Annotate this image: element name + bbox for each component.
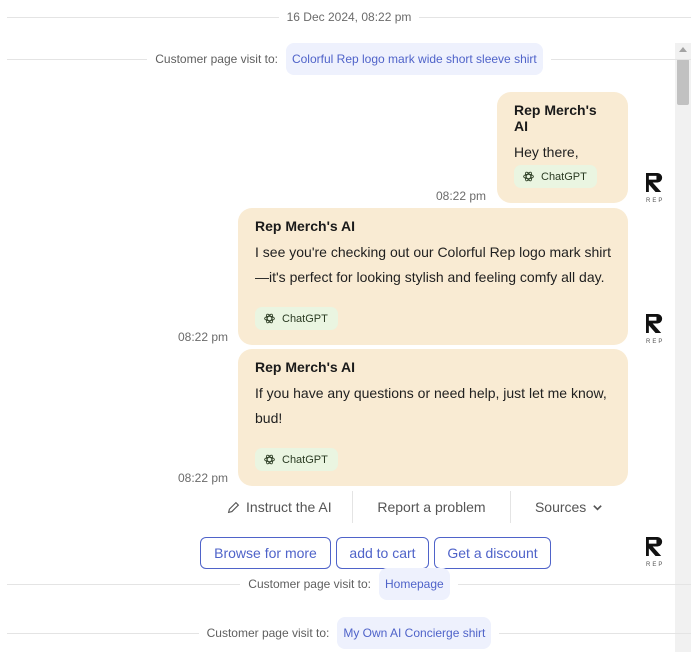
openai-icon	[523, 171, 534, 182]
message-text: If you have any questions or need help, …	[255, 385, 607, 426]
browse-more-button[interactable]: Browse for more	[200, 537, 331, 569]
ai-message-bubble: Rep Merch's AI If you have any questions…	[238, 349, 628, 486]
rep-logo-icon: REP	[646, 173, 668, 204]
message-time: 08:22 pm	[178, 330, 229, 344]
page-visit-row: Customer page visit to: Homepage	[7, 568, 691, 600]
message-sender: Rep Merch's AI	[514, 102, 597, 134]
scrollbar[interactable]	[675, 43, 691, 652]
openai-icon	[264, 454, 275, 465]
page-visit-label: Customer page visit to:	[248, 577, 371, 591]
message-sender: Rep Merch's AI	[255, 359, 356, 375]
page-visit-label: Customer page visit to:	[155, 52, 278, 66]
page-visit-row: Customer page visit to: My Own AI Concie…	[7, 617, 691, 649]
rep-logo-icon: REP	[646, 537, 668, 568]
page-visit-link[interactable]: Homepage	[379, 568, 450, 600]
openai-icon	[264, 313, 275, 324]
date-divider: 16 Dec 2024, 08:22 pm	[7, 10, 692, 24]
rep-logo-icon: REP	[646, 314, 668, 345]
chatgpt-badge: ChatGPT	[255, 448, 338, 471]
get-discount-button[interactable]: Get a discount	[434, 537, 551, 569]
message-sender: Rep Merch's AI	[255, 218, 356, 234]
message-time: 08:22 pm	[436, 189, 487, 203]
page-visit-row: Customer page visit to: Colorful Rep log…	[7, 43, 691, 75]
chevron-down-icon	[593, 504, 603, 511]
chatgpt-badge: ChatGPT	[514, 165, 597, 188]
message-actions: Instruct the AI Report a problem Sources	[207, 491, 627, 523]
pencil-icon	[227, 501, 240, 513]
page-visit-link[interactable]: My Own AI Concierge shirt	[337, 617, 492, 649]
chatgpt-badge: ChatGPT	[255, 307, 338, 330]
report-problem-button[interactable]: Report a problem	[353, 491, 511, 523]
message-time: 08:22 pm	[178, 471, 229, 485]
sources-dropdown[interactable]: Sources	[511, 491, 627, 523]
conversation-date: 16 Dec 2024, 08:22 pm	[286, 10, 412, 24]
page-visit-link[interactable]: Colorful Rep logo mark wide short sleeve…	[285, 43, 543, 75]
add-to-cart-button[interactable]: add to cart	[336, 537, 429, 569]
instruct-ai-button[interactable]: Instruct the AI	[207, 491, 352, 523]
page-visit-label: Customer page visit to:	[206, 626, 330, 640]
ai-message-bubble: Rep Merch's AI I see you're checking out…	[238, 208, 628, 345]
ai-message-bubble: Rep Merch's AI Hey there, man! ChatGPT	[497, 92, 628, 203]
message-text: I see you're checking out our Colorful R…	[255, 244, 611, 285]
